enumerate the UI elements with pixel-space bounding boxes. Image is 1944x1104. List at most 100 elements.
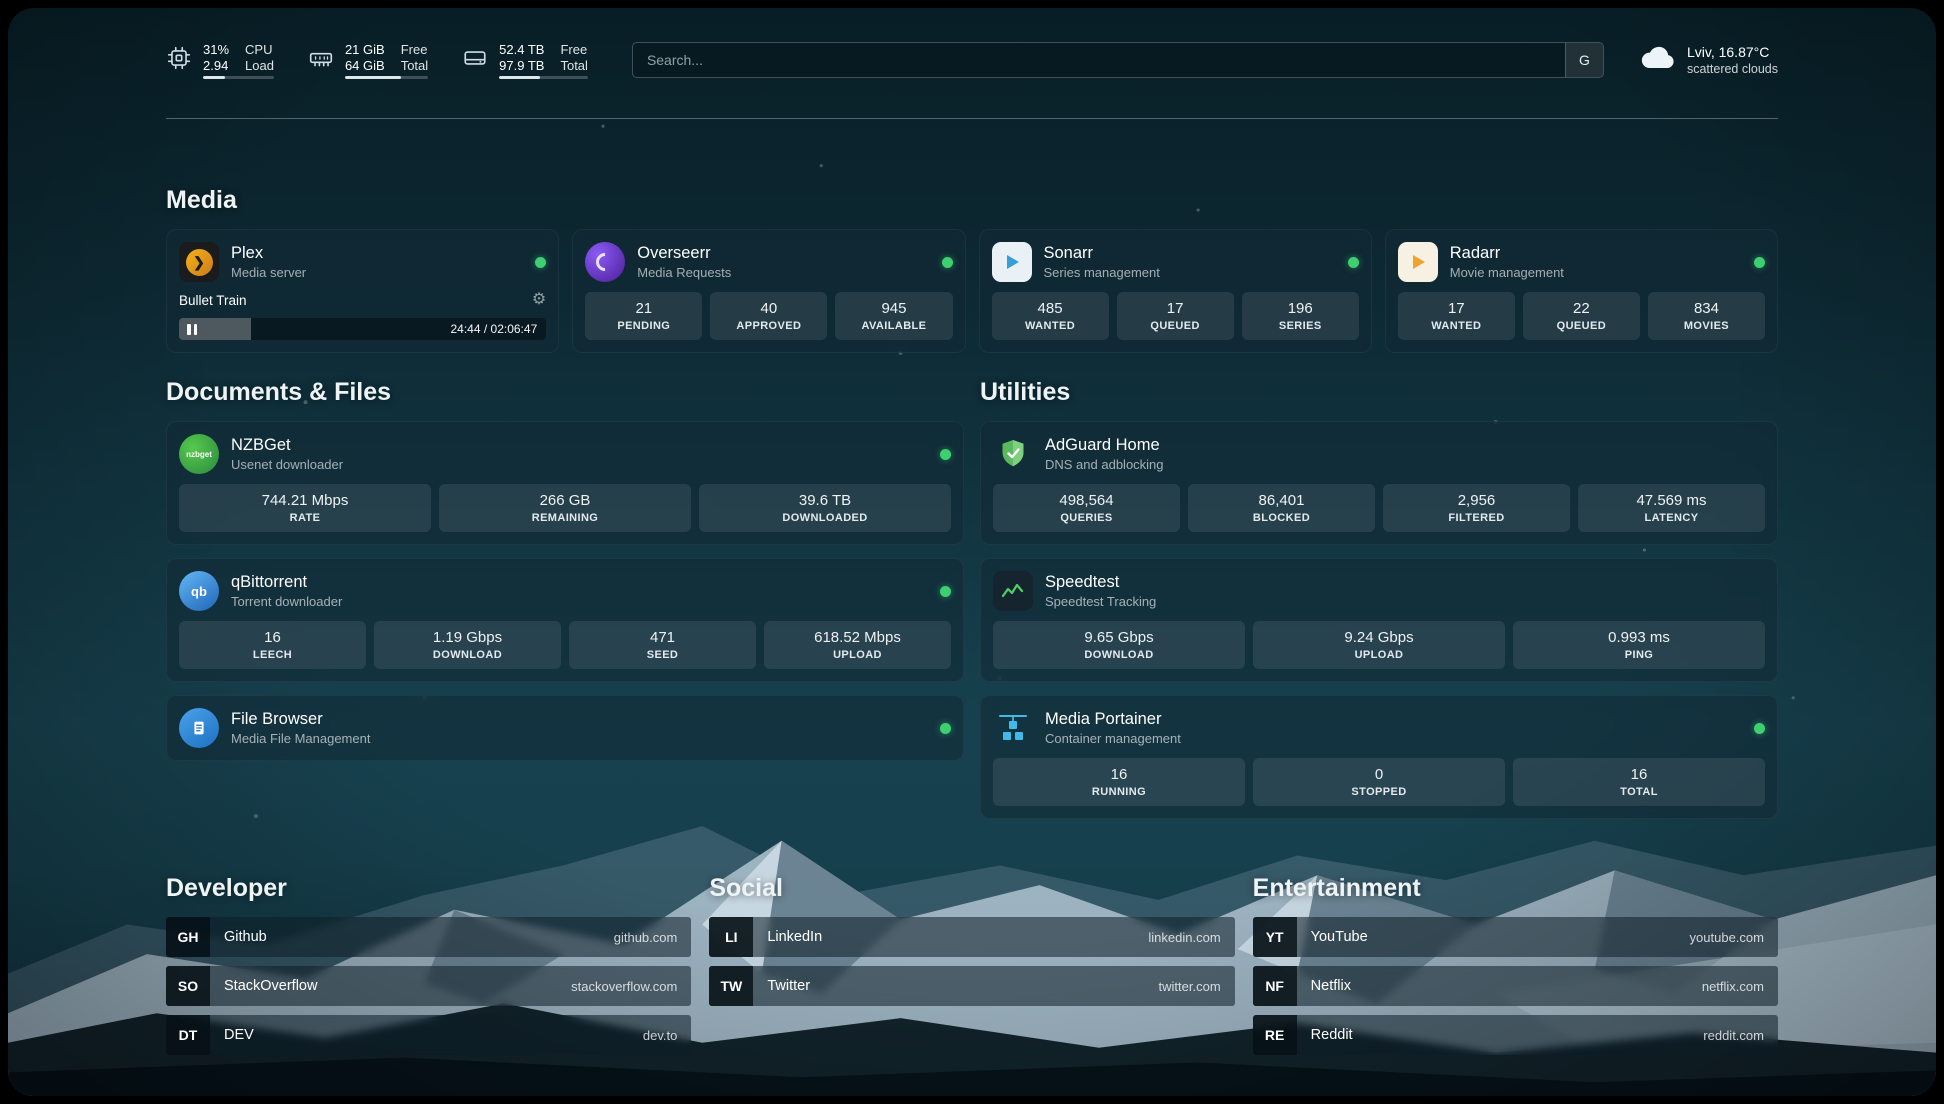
ram-icon — [308, 45, 334, 76]
nzbget-stat-remaining: 266 GB REMAINING — [439, 484, 691, 532]
sonarr-name: Sonarr — [1044, 244, 1160, 263]
radarr-stat-movies: 834 MOVIES — [1648, 292, 1765, 340]
speedtest-subtitle: Speedtest Tracking — [1045, 594, 1156, 609]
utilities-section-title: Utilities — [980, 377, 1778, 407]
weather-condition: scattered clouds — [1687, 62, 1778, 76]
cloud-icon — [1640, 44, 1676, 77]
sonarr-stat-queued: 17 QUEUED — [1117, 292, 1234, 340]
bookmark-youtube[interactable]: YT YouTube youtube.com — [1253, 917, 1778, 957]
nzbget-stat-downloaded: 39.6 TB DOWNLOADED — [699, 484, 951, 532]
dev-abbr-badge: DT — [166, 1015, 210, 1055]
portainer-subtitle: Container management — [1045, 731, 1181, 746]
linkedin-abbr-badge: LI — [709, 917, 753, 957]
stackoverflow-abbr-badge: SO — [166, 966, 210, 1006]
filebrowser-card[interactable]: File Browser Media File Management — [166, 695, 964, 761]
radarr-status-dot — [1754, 257, 1765, 268]
portainer-stat-running: 16 RUNNING — [993, 758, 1245, 806]
overseerr-stat-available: 945 AVAILABLE — [835, 292, 952, 340]
sonarr-status-dot — [1348, 257, 1359, 268]
speedtest-card[interactable]: Speedtest Speedtest Tracking 9.65 Gbps D… — [980, 558, 1778, 682]
search-input[interactable] — [633, 43, 1565, 77]
github-abbr-badge: GH — [166, 917, 210, 957]
filebrowser-subtitle: Media File Management — [231, 731, 370, 746]
memory-free: 21 GiB — [345, 42, 385, 57]
portainer-stat-total: 16 TOTAL — [1513, 758, 1765, 806]
speedtest-stat-ping: 0.993 ms PING — [1513, 621, 1765, 669]
storage-widget: 52.4 TB 97.9 TB Free Total — [462, 42, 588, 79]
nzbget-name: NZBGet — [231, 436, 343, 455]
youtube-abbr-badge: YT — [1253, 917, 1297, 957]
portainer-status-dot — [1754, 723, 1765, 734]
nzbget-card[interactable]: nzbget NZBGet Usenet downloader 744.21 M… — [166, 421, 964, 545]
netflix-abbr-badge: NF — [1253, 966, 1297, 1006]
sonarr-subtitle: Series management — [1044, 265, 1160, 280]
weather-location-temp: Lviv, 16.87°C — [1687, 44, 1778, 60]
filebrowser-name: File Browser — [231, 710, 370, 729]
adguard-stat-latency: 47.569 ms LATENCY — [1578, 484, 1765, 532]
adguard-name: AdGuard Home — [1045, 436, 1164, 455]
bookmark-reddit[interactable]: RE Reddit reddit.com — [1253, 1015, 1778, 1055]
qbittorrent-stat-leech: 16 LEECH — [179, 621, 366, 669]
bookmark-dev[interactable]: DT DEV dev.to — [166, 1015, 691, 1055]
sonarr-stat-series: 196 SERIES — [1242, 292, 1359, 340]
developer-section-title: Developer — [166, 873, 691, 903]
top-bar: 31% 2.94 CPU Load — [166, 38, 1778, 82]
sonarr-stat-wanted: 485 WANTED — [992, 292, 1109, 340]
adguard-subtitle: DNS and adblocking — [1045, 457, 1164, 472]
qbittorrent-icon: qb — [179, 571, 219, 611]
plex-progress-bar[interactable]: 24:44 / 02:06:47 — [179, 318, 546, 340]
adguard-stat-filtered: 2,956 FILTERED — [1383, 484, 1570, 532]
adguard-shield-icon — [993, 434, 1033, 474]
cpu-usage-bar — [203, 76, 274, 79]
nzbget-status-dot — [940, 449, 951, 460]
bookmark-stackoverflow[interactable]: SO StackOverflow stackoverflow.com — [166, 966, 691, 1006]
dashboard-screen: 31% 2.94 CPU Load — [8, 8, 1936, 1096]
plex-now-playing: Bullet Train — [179, 293, 247, 308]
storage-free: 52.4 TB — [499, 42, 544, 57]
radarr-stat-queued: 22 QUEUED — [1523, 292, 1640, 340]
plex-settings-gear-icon[interactable]: ⚙ — [532, 292, 546, 308]
drive-icon — [462, 45, 488, 76]
radarr-name: Radarr — [1450, 244, 1564, 263]
plex-card[interactable]: ❯ Plex Media server Bullet Train ⚙ — [166, 229, 559, 353]
section-developer: Developer GH Github github.com SO StackO… — [166, 873, 691, 1055]
speedtest-waveform-icon — [993, 571, 1033, 611]
memory-usage-bar — [345, 76, 428, 79]
speedtest-name: Speedtest — [1045, 573, 1156, 592]
radarr-card[interactable]: Radarr Movie management 17 WANTED 22 QUE… — [1385, 229, 1778, 353]
memory-label-bottom: Total — [401, 58, 428, 73]
qbittorrent-stat-download: 1.19 Gbps DOWNLOAD — [374, 621, 561, 669]
bookmark-netflix[interactable]: NF Netflix netflix.com — [1253, 966, 1778, 1006]
plex-progress-time: 24:44 / 02:06:47 — [451, 318, 538, 340]
portainer-card[interactable]: Media Portainer Container management 16 … — [980, 695, 1778, 819]
search-engine-button[interactable]: G — [1565, 43, 1603, 77]
cpu-label-bottom: Load — [245, 58, 274, 73]
portainer-crane-icon — [993, 708, 1033, 748]
section-utilities: Utilities AdGuard Home DNS and adblockin… — [980, 377, 1778, 819]
bookmark-twitter[interactable]: TW Twitter twitter.com — [709, 966, 1234, 1006]
sonarr-icon — [992, 242, 1032, 282]
bookmark-linkedin[interactable]: LI LinkedIn linkedin.com — [709, 917, 1234, 957]
qbittorrent-card[interactable]: qb qBittorrent Torrent downloader 16 LEE… — [166, 558, 964, 682]
section-media: Media ❯ Plex Media server — [166, 185, 1778, 353]
storage-total: 97.9 TB — [499, 58, 544, 73]
pause-icon[interactable] — [187, 324, 197, 335]
qbittorrent-stat-seed: 471 SEED — [569, 621, 756, 669]
bookmark-github[interactable]: GH Github github.com — [166, 917, 691, 957]
portainer-stat-stopped: 0 STOPPED — [1253, 758, 1505, 806]
memory-total: 64 GiB — [345, 58, 385, 73]
storage-usage-bar — [499, 76, 588, 79]
sonarr-card[interactable]: Sonarr Series management 485 WANTED 17 Q… — [979, 229, 1372, 353]
speedtest-stat-download: 9.65 Gbps DOWNLOAD — [993, 621, 1245, 669]
overseerr-stat-pending: 21 PENDING — [585, 292, 702, 340]
nzbget-icon: nzbget — [179, 434, 219, 474]
storage-label-bottom: Total — [560, 58, 587, 73]
adguard-card[interactable]: AdGuard Home DNS and adblocking 498,564 … — [980, 421, 1778, 545]
system-stats-group: 31% 2.94 CPU Load — [166, 42, 588, 79]
plex-subtitle: Media server — [231, 265, 306, 280]
memory-label-top: Free — [401, 42, 428, 57]
section-social: Social LI LinkedIn linkedin.com TW Twitt… — [709, 873, 1234, 1055]
overseerr-stat-approved: 40 APPROVED — [710, 292, 827, 340]
overseerr-card[interactable]: Overseerr Media Requests 21 PENDING 40 A… — [572, 229, 965, 353]
overseerr-subtitle: Media Requests — [637, 265, 731, 280]
